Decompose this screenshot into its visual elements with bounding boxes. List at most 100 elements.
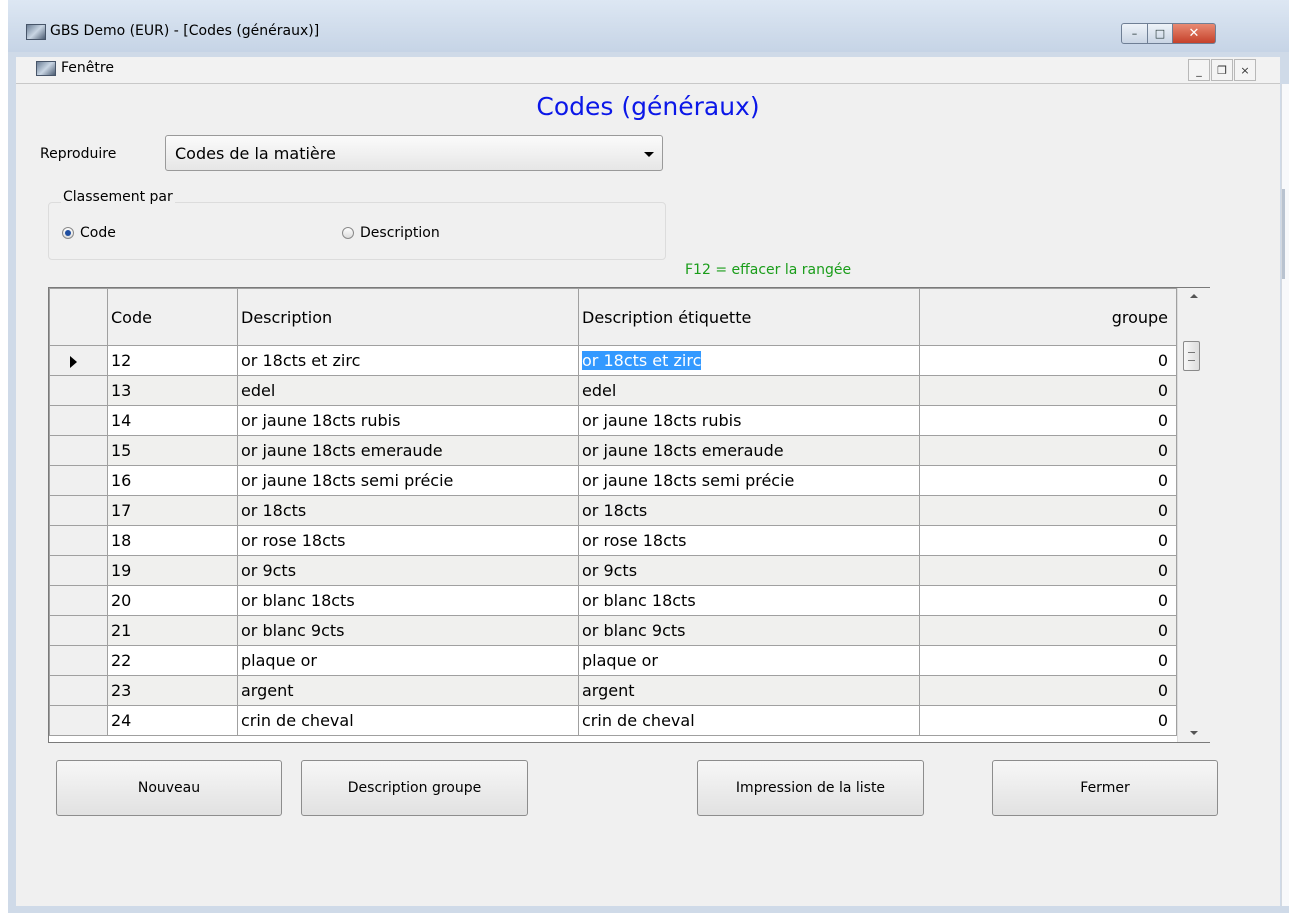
column-header-code[interactable]: Code [107, 288, 238, 346]
reproduire-dropdown[interactable]: Codes de la matière [165, 135, 663, 171]
radio-code[interactable]: Code [62, 225, 116, 241]
cell-groupe[interactable]: 0 [919, 585, 1177, 616]
cell-description-etiquette[interactable]: or 18cts [578, 495, 920, 526]
cell-description[interactable]: or rose 18cts [237, 525, 579, 556]
fermer-button[interactable]: Fermer [992, 760, 1218, 816]
cell-groupe[interactable]: 0 [919, 675, 1177, 706]
row-selector[interactable] [49, 705, 108, 736]
scroll-up-icon[interactable] [1190, 294, 1198, 298]
cell-code[interactable]: 14 [107, 405, 238, 436]
close-button[interactable]: ✕ [1173, 23, 1216, 44]
cell-groupe[interactable]: 0 [919, 645, 1177, 676]
cell-code[interactable]: 12 [107, 345, 238, 376]
title-bar[interactable]: GBS Demo (EUR) - [Codes (généraux)] – □ … [8, 0, 1289, 52]
table-row[interactable]: 15 or jaune 18cts emeraude or jaune 18cts … [49, 435, 1177, 466]
cell-description[interactable]: or jaune 18cts semi précie [237, 465, 579, 496]
radio-description[interactable]: Description [342, 225, 440, 241]
cell-description-etiquette[interactable]: or blanc 18cts [578, 585, 920, 616]
cell-groupe[interactable]: 0 [919, 435, 1177, 466]
row-selector-header[interactable] [49, 288, 108, 346]
cell-code[interactable]: 16 [107, 465, 238, 496]
table-row[interactable]: 22 plaque or plaque or 0 [49, 645, 1177, 676]
table-row[interactable]: 19 or 9cts or 9cts 0 [49, 555, 1177, 586]
cell-description-etiquette[interactable]: or jaune 18cts semi précie [578, 465, 920, 496]
cell-description-etiquette[interactable]: or blanc 9cts [578, 615, 920, 646]
mdi-close-button[interactable]: × [1234, 59, 1256, 81]
cell-code[interactable]: 18 [107, 525, 238, 556]
cell-description[interactable]: or 18cts [237, 495, 579, 526]
cell-description-etiquette[interactable]: argent [578, 675, 920, 706]
table-row[interactable]: 24 crin de cheval crin de cheval 0 [49, 705, 1177, 736]
cell-description-etiquette[interactable]: or jaune 18cts rubis [578, 405, 920, 436]
row-selector[interactable] [49, 525, 108, 556]
row-selector[interactable] [49, 375, 108, 406]
cell-code[interactable]: 20 [107, 585, 238, 616]
column-header-groupe[interactable]: groupe [919, 288, 1177, 346]
table-row[interactable]: 14 or jaune 18cts rubis or jaune 18cts rub… [49, 405, 1177, 436]
cell-code[interactable]: 24 [107, 705, 238, 736]
menu-item-fenetre[interactable]: Fenêtre [61, 60, 114, 76]
table-row[interactable]: 20 or blanc 18cts or blanc 18cts 0 [49, 585, 1177, 616]
cell-description[interactable]: edel [237, 375, 579, 406]
cell-description[interactable]: or jaune 18cts rubis [237, 405, 579, 436]
cell-groupe[interactable]: 0 [919, 405, 1177, 436]
row-selector[interactable] [49, 585, 108, 616]
scroll-thumb[interactable] [1183, 341, 1200, 371]
table-row[interactable]: 16 or jaune 18cts semi précie or jaune 18c… [49, 465, 1177, 496]
minimize-button[interactable]: – [1121, 23, 1148, 44]
table-row[interactable]: 17 or 18cts or 18cts 0 [49, 495, 1177, 526]
cell-code[interactable]: 13 [107, 375, 238, 406]
cell-description-etiquette[interactable]: or jaune 18cts emeraude [578, 435, 920, 466]
row-selector[interactable] [49, 345, 108, 376]
mdi-child-icon[interactable] [36, 61, 56, 76]
column-header-description-etiquette[interactable]: Description étiquette [578, 288, 920, 346]
cell-code[interactable]: 23 [107, 675, 238, 706]
cell-code[interactable]: 15 [107, 435, 238, 466]
cell-description[interactable]: argent [237, 675, 579, 706]
table-row[interactable]: 23 argent argent 0 [49, 675, 1177, 706]
table-row[interactable]: 21 or blanc 9cts or blanc 9cts 0 [49, 615, 1177, 646]
impression-liste-button[interactable]: Impression de la liste [697, 760, 924, 816]
table-row[interactable]: 12 or 18cts et zirc or 18cts et zirc 0 [49, 345, 1177, 376]
description-groupe-button[interactable]: Description groupe [301, 760, 528, 816]
cell-groupe[interactable]: 0 [919, 375, 1177, 406]
row-selector[interactable] [49, 465, 108, 496]
mdi-restore-button[interactable]: ❐ [1211, 59, 1233, 81]
row-selector[interactable] [49, 555, 108, 586]
cell-description-etiquette[interactable]: or 9cts [578, 555, 920, 586]
grid-vertical-scrollbar[interactable] [1177, 288, 1210, 742]
cell-description[interactable]: or jaune 18cts emeraude [237, 435, 579, 466]
cell-groupe[interactable]: 0 [919, 465, 1177, 496]
cell-code[interactable]: 22 [107, 645, 238, 676]
cell-description-etiquette[interactable]: crin de cheval [578, 705, 920, 736]
cell-groupe[interactable]: 0 [919, 555, 1177, 586]
cell-description[interactable]: crin de cheval [237, 705, 579, 736]
row-selector[interactable] [49, 435, 108, 466]
cell-description[interactable]: or blanc 18cts [237, 585, 579, 616]
scroll-down-icon[interactable] [1190, 731, 1198, 735]
cell-description-etiquette[interactable]: edel [578, 375, 920, 406]
cell-code[interactable]: 17 [107, 495, 238, 526]
cell-code[interactable]: 21 [107, 615, 238, 646]
maximize-button[interactable]: □ [1148, 23, 1173, 44]
mdi-minimize-button[interactable]: _ [1188, 59, 1210, 81]
cell-description-etiquette[interactable]: or rose 18cts [578, 525, 920, 556]
row-selector[interactable] [49, 645, 108, 676]
column-header-description[interactable]: Description [237, 288, 579, 346]
table-row[interactable]: 18 or rose 18cts or rose 18cts 0 [49, 525, 1177, 556]
cell-groupe[interactable]: 0 [919, 495, 1177, 526]
cell-groupe[interactable]: 0 [919, 705, 1177, 736]
cell-description[interactable]: or 18cts et zirc [237, 345, 579, 376]
cell-groupe[interactable]: 0 [919, 345, 1177, 376]
cell-code[interactable]: 19 [107, 555, 238, 586]
row-selector[interactable] [49, 615, 108, 646]
table-row[interactable]: 13 edel edel 0 [49, 375, 1177, 406]
cell-description-etiquette[interactable]: plaque or [578, 645, 920, 676]
row-selector[interactable] [49, 675, 108, 706]
row-selector[interactable] [49, 495, 108, 526]
cell-description[interactable]: plaque or [237, 645, 579, 676]
row-selector[interactable] [49, 405, 108, 436]
nouveau-button[interactable]: Nouveau [56, 760, 282, 816]
cell-description[interactable]: or blanc 9cts [237, 615, 579, 646]
cell-description-etiquette[interactable]: or 18cts et zirc [578, 345, 920, 376]
